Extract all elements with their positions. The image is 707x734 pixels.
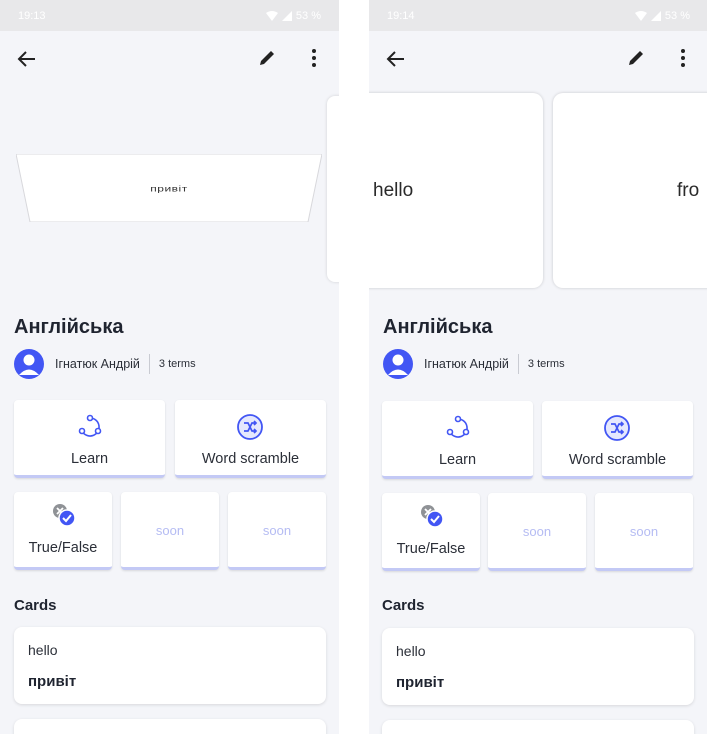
learn-button[interactable]: Learn: [14, 400, 165, 478]
learn-label: Learn: [438, 452, 477, 468]
term-card[interactable]: hello привіт: [14, 627, 326, 704]
app-bar: [0, 31, 339, 85]
status-time: 19:13: [18, 9, 46, 22]
soon-label: soon: [155, 523, 185, 538]
definition-text: привіт: [28, 673, 77, 690]
word-scramble-label: Word scramble: [568, 452, 667, 468]
term-card[interactable]: hello привіт: [382, 628, 694, 705]
status-bar: 19:13 53 %: [0, 0, 339, 31]
signal-icon: [281, 10, 292, 21]
battery-level: 53 %: [664, 9, 690, 22]
terms-count: 3 terms: [158, 358, 196, 370]
learn-button[interactable]: Learn: [382, 401, 533, 479]
soon-button-2: soon: [228, 492, 326, 570]
author-row: Ігнатюк Андрій 3 terms: [383, 349, 565, 379]
definition-text: привіт: [396, 674, 445, 691]
soon-button-1: soon: [121, 492, 219, 570]
app-bar: [369, 31, 707, 85]
learn-cycle-icon: [446, 415, 470, 438]
next-flashcard[interactable]: [327, 96, 339, 282]
more-vertical-icon[interactable]: [304, 46, 324, 70]
flashcard-text: fro: [677, 180, 700, 201]
flashcard-text: hello: [373, 180, 414, 201]
soon-button-2: soon: [595, 493, 693, 571]
set-title: Англійська: [383, 316, 493, 338]
true-false-label: True/False: [396, 541, 466, 557]
term-text: hello: [396, 643, 426, 659]
divider: [148, 354, 150, 374]
user-avatar-icon: [14, 349, 44, 379]
soon-label: soon: [262, 523, 292, 538]
pencil-icon[interactable]: [625, 47, 647, 69]
author-row: Ігнатюк Андрій 3 terms: [14, 349, 196, 379]
true-false-button[interactable]: True/False: [14, 492, 112, 570]
word-scramble-button[interactable]: Word scramble: [542, 401, 693, 479]
learn-label: Learn: [70, 451, 109, 467]
signal-icon: [650, 10, 661, 21]
flashcard-flipping[interactable]: привіт: [16, 154, 322, 222]
screen-left: 19:13 53 % привіт Англійська Ігнатюк Анд…: [0, 0, 339, 734]
term-card[interactable]: [382, 720, 694, 734]
true-false-icon: [421, 505, 444, 528]
terms-count: 3 terms: [527, 358, 565, 370]
shuffle-icon: [604, 415, 630, 441]
arrow-left-icon[interactable]: [383, 46, 409, 72]
term-card[interactable]: [14, 719, 326, 734]
wifi-icon: [265, 10, 278, 21]
cards-heading: Cards: [382, 597, 425, 614]
flashcard[interactable]: fro: [553, 93, 707, 288]
learn-cycle-icon: [78, 414, 102, 437]
divider: [517, 354, 519, 374]
true-false-icon: [53, 504, 76, 527]
battery-level: 53 %: [295, 9, 321, 22]
true-false-button[interactable]: True/False: [382, 493, 480, 571]
term-text: hello: [28, 642, 58, 658]
author-name[interactable]: Ігнатюк Андрій: [55, 357, 140, 371]
user-avatar-icon: [383, 349, 413, 379]
status-bar: 19:14 53 %: [369, 0, 707, 31]
set-title: Англійська: [14, 316, 124, 338]
flashcard[interactable]: hello: [369, 93, 543, 288]
author-name[interactable]: Ігнатюк Андрій: [424, 357, 509, 371]
flashcard-text: привіт: [150, 184, 188, 194]
word-scramble-button[interactable]: Word scramble: [175, 400, 326, 478]
word-scramble-label: Word scramble: [201, 451, 300, 467]
wifi-icon: [634, 10, 647, 21]
screen-right: 19:14 53 % hello fro Англійська Ігнатюк …: [369, 0, 707, 734]
soon-label: soon: [522, 524, 552, 539]
soon-button-1: soon: [488, 493, 586, 571]
more-vertical-icon[interactable]: [673, 46, 693, 70]
shuffle-icon: [237, 414, 263, 440]
pencil-icon[interactable]: [256, 47, 278, 69]
status-time: 19:14: [387, 9, 415, 22]
cards-heading: Cards: [14, 597, 57, 614]
soon-label: soon: [629, 524, 659, 539]
arrow-left-icon[interactable]: [14, 46, 40, 72]
true-false-label: True/False: [28, 540, 98, 556]
